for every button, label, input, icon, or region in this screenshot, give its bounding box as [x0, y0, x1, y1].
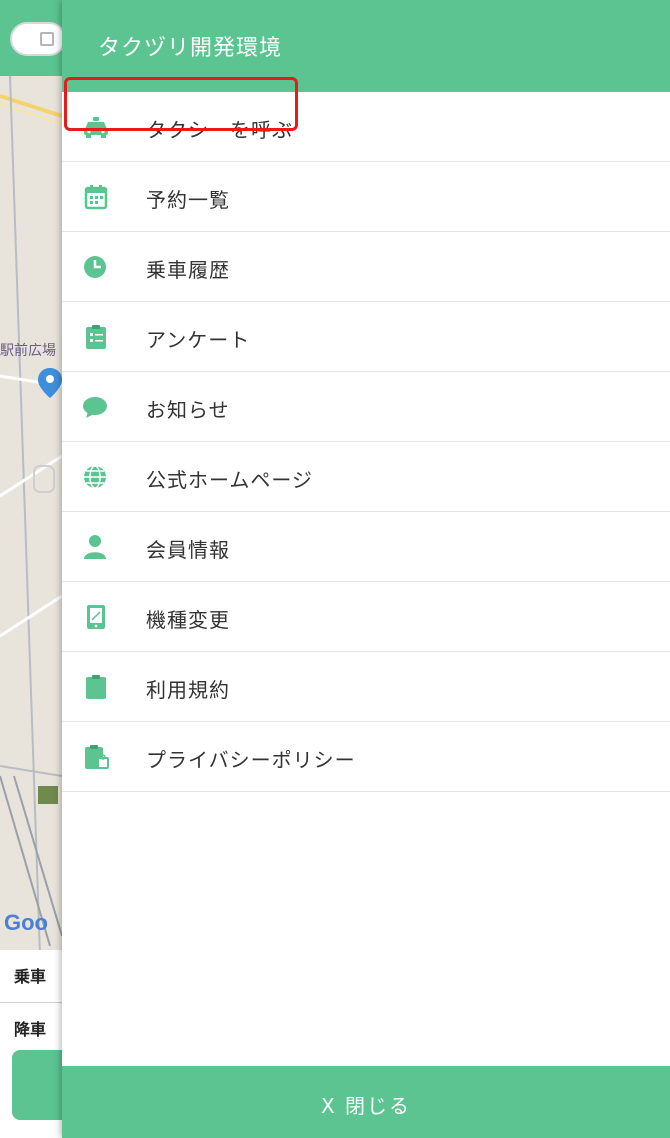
menu-item-label: 公式ホームページ: [146, 468, 313, 492]
menu-toggle-button[interactable]: [10, 22, 62, 56]
menu-item-official-website[interactable]: 公式ホームページ: [62, 442, 670, 512]
document-icon: [86, 675, 106, 699]
map-action-button[interactable]: [12, 1050, 62, 1120]
navigation-drawer: タクヅリ開発環境 タクシーを呼ぶ 予約一覧 乗車履歴 アンケート お知らせ 公式…: [62, 0, 670, 1138]
menu-item-label: 会員情報: [146, 538, 230, 562]
calendar-icon: [84, 185, 108, 210]
menu-item-label: アンケート: [146, 328, 251, 352]
dropoff-label: 降車: [14, 1020, 47, 1039]
close-button[interactable]: X 閉じる: [62, 1066, 670, 1138]
menu-item-ride-history[interactable]: 乗車履歴: [62, 232, 670, 302]
menu-item-terms-of-use[interactable]: 利用規約: [62, 652, 670, 722]
user-icon: [84, 535, 106, 559]
google-logo: Goo: [4, 910, 48, 935]
globe-icon: [84, 465, 106, 489]
menu-item-member-info[interactable]: 会員情報: [62, 512, 670, 582]
highlight-box: [64, 77, 298, 131]
pickup-label: 乗車: [14, 967, 47, 986]
map-place-label: 駅前広場: [0, 343, 56, 359]
close-button-label: X 閉じる: [320, 1094, 412, 1118]
map-roads: [0, 76, 62, 956]
app-title: タクヅリ開発環境: [98, 36, 283, 61]
menu-item-news[interactable]: お知らせ: [62, 372, 670, 442]
map-pin-icon[interactable]: [38, 368, 62, 398]
map-divider: [0, 1002, 62, 1003]
menu-item-survey[interactable]: アンケート: [62, 302, 670, 372]
menu-item-privacy-policy[interactable]: プライバシーポリシー: [62, 722, 670, 792]
menu-item-label: 機種変更: [146, 608, 230, 632]
clipboard-icon: [86, 325, 106, 349]
clock-icon: [84, 256, 106, 278]
menu-item-label: プライバシーポリシー: [146, 748, 356, 772]
menu-item-label: 利用規約: [146, 678, 230, 702]
menu-icon: [40, 32, 54, 46]
menu-item-label: 乗車履歴: [146, 258, 230, 282]
drawer-menu: タクシーを呼ぶ 予約一覧 乗車履歴 アンケート お知らせ 公式ホームページ 会員…: [62, 92, 670, 792]
menu-item-reservation-list[interactable]: 予約一覧: [62, 162, 670, 232]
menu-item-device-change[interactable]: 機種変更: [62, 582, 670, 652]
menu-item-label: 予約一覧: [146, 188, 230, 212]
chat-bubble-icon: [83, 397, 107, 418]
phone-icon: [87, 605, 105, 629]
map-background[interactable]: 駅前広場 Goo 乗車 降車: [0, 0, 62, 1138]
privacy-document-icon: [85, 745, 109, 769]
menu-item-label: お知らせ: [146, 398, 230, 422]
